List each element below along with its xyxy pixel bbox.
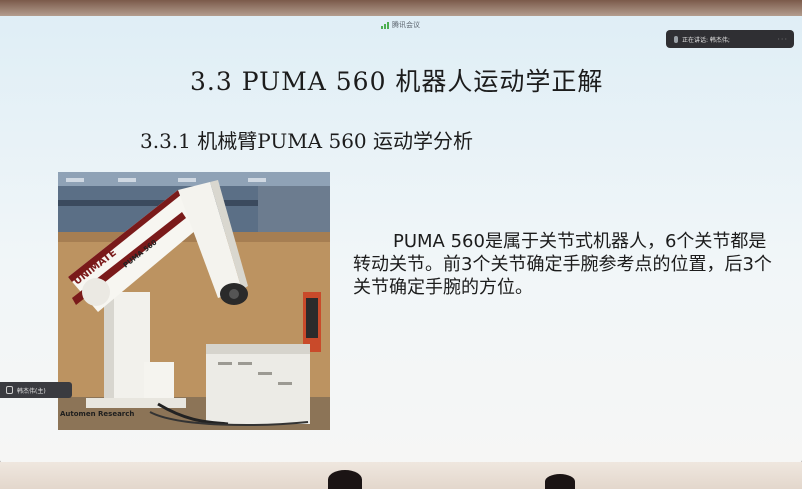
meeting-app-label: 腾讯会议 xyxy=(381,19,420,31)
photo-caption: Automen Research xyxy=(60,410,135,418)
slide-title: 3.3 PUMA 560 机器人运动学正解 xyxy=(190,67,604,96)
speaking-indicator-text: 正在讲话: 韩杰伟; xyxy=(682,36,730,44)
slide-subtitle: 3.3.1 机械臂PUMA 560 运动学分析 xyxy=(140,129,474,153)
meeting-app-name: 腾讯会议 xyxy=(392,21,420,29)
signal-bars-icon xyxy=(381,21,389,29)
speaking-indicator[interactable]: 正在讲话: 韩杰伟; ··· xyxy=(666,30,794,48)
more-options-icon[interactable]: ··· xyxy=(777,35,788,44)
puma-robot-illustration xyxy=(58,172,330,430)
participant-badge-name: 韩杰伟(主) xyxy=(17,387,46,395)
microphone-muted-icon xyxy=(6,386,13,394)
audience-heads xyxy=(0,460,802,489)
participant-badge[interactable]: 韩杰伟(主) xyxy=(0,382,72,398)
puma-robot-photo: UNIMATE PUMA 560 Automen Research xyxy=(58,172,330,430)
slide-body-content: PUMA 560是属于关节式机器人，6个关节都是转动关节。前3个关节确定手腕参考… xyxy=(353,231,772,298)
slide-body-text: PUMA 560是属于关节式机器人，6个关节都是转动关节。前3个关节确定手腕参考… xyxy=(353,230,783,299)
microphone-icon xyxy=(674,35,678,43)
